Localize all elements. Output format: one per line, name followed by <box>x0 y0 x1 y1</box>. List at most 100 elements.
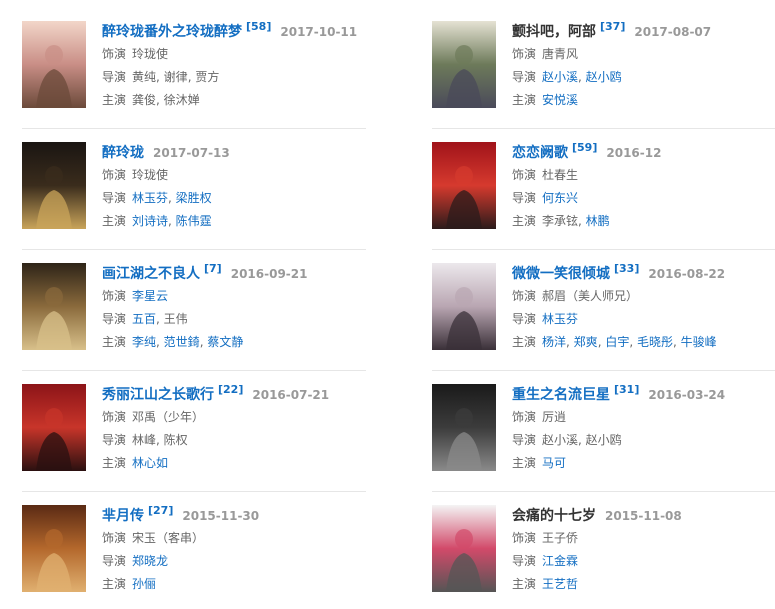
separator: , <box>168 214 176 228</box>
person-name: 谢律 <box>163 70 188 84</box>
work-title[interactable]: 恋恋阙歌 <box>512 145 568 161</box>
person-link[interactable]: 杨洋 <box>542 335 566 349</box>
poster-art <box>22 263 86 350</box>
work-card: 醉玲珑 2017-07-13 饰演 玲珑使 导演 林玉芬, 梁胜权 主演 刘诗诗, 陈伟霆 <box>22 142 367 242</box>
poster-art <box>22 505 86 592</box>
separator: , <box>168 191 176 205</box>
work-info: 颤抖吧，阿部 [37] 2017-08-07 饰演 唐青风 导演 赵小溪, 赵小鸥 主演 安悦溪 <box>512 20 775 112</box>
person-link[interactable]: 马可 <box>542 456 566 470</box>
starring-label: 主演 <box>102 214 127 228</box>
poster-image[interactable] <box>22 21 86 108</box>
role-line: 饰演 李星云 <box>102 285 372 308</box>
row-divider <box>22 491 366 492</box>
director-line: 导演 黄纯, 谢律, 贾方 <box>102 66 372 89</box>
poster-image[interactable] <box>432 263 496 350</box>
person-link[interactable]: 蔡文静 <box>207 335 243 349</box>
director-line: 导演 赵小溪, 赵小鸥 <box>512 66 775 89</box>
separator: , <box>629 335 637 349</box>
person-name: 宋玉（客串） <box>132 531 205 545</box>
starring-line: 主演 龚俊, 徐沐婵 <box>102 89 372 112</box>
person-link[interactable]: 王艺哲 <box>542 577 578 591</box>
poster-image[interactable] <box>432 384 496 471</box>
separator: , <box>156 312 164 326</box>
separator: , <box>578 214 586 228</box>
person-link[interactable]: 林玉芬 <box>542 312 578 326</box>
work-title[interactable]: 芈月传 <box>102 508 144 524</box>
person-name: 李承铉 <box>542 214 579 228</box>
person-name: 赵小溪 <box>542 433 579 447</box>
work-info: 重生之名流巨星 [31] 2016-03-24 饰演 厉逍 导演 赵小溪, 赵小鸥 主演 马可 <box>512 383 775 475</box>
poster-image[interactable] <box>432 21 496 108</box>
reference-link[interactable]: [59] <box>572 141 597 154</box>
director-line: 导演 赵小溪, 赵小鸥 <box>512 429 775 452</box>
reference-link[interactable]: [37] <box>600 20 625 33</box>
starring-label: 主演 <box>102 93 127 107</box>
person-link[interactable]: 毛晓彤 <box>637 335 673 349</box>
work-title[interactable]: 秀丽江山之长歌行 <box>102 387 214 403</box>
row-divider <box>432 128 775 129</box>
release-date: 2016-03-24 <box>648 388 726 402</box>
work-title[interactable]: 醉玲珑番外之玲珑醉梦 <box>102 24 242 40</box>
poster-image[interactable] <box>432 142 496 229</box>
reference-link[interactable]: [31] <box>614 383 639 396</box>
role-line: 饰演 厉逍 <box>512 406 775 429</box>
work-card: 微微一笑很倾城 [33] 2016-08-22 饰演 郝眉（美人师兄） 导演 林玉芬 主演 杨洋… <box>432 262 775 363</box>
person-link[interactable]: 赵小鸥 <box>586 70 622 84</box>
person-link[interactable]: 郑晓龙 <box>132 554 168 568</box>
director-label: 导演 <box>512 433 537 447</box>
role-line: 饰演 邓禹（少年） <box>102 406 372 429</box>
poster-image[interactable] <box>432 505 496 592</box>
director-label: 导演 <box>102 554 127 568</box>
release-date: 2017-08-07 <box>634 25 712 39</box>
person-link[interactable]: 何东兴 <box>542 191 578 205</box>
work-title[interactable]: 醉玲珑 <box>102 145 144 161</box>
work-card: 会痛的十七岁 2015-11-08 饰演 王子侨 导演 江金霖 主演 王艺哲 <box>432 505 775 605</box>
person-name: 龚俊 <box>132 93 157 107</box>
person-link[interactable]: 范世錡 <box>164 335 200 349</box>
person-name: 玲珑使 <box>132 47 169 61</box>
work-title[interactable]: 画江湖之不良人 <box>102 266 200 282</box>
title-row: 会痛的十七岁 2015-11-08 <box>512 505 775 527</box>
work-info: 微微一笑很倾城 [33] 2016-08-22 饰演 郝眉（美人师兄） 导演 林玉芬 主演 杨洋… <box>512 262 775 354</box>
person-link[interactable]: 李纯 <box>132 335 156 349</box>
person-name: 贾方 <box>195 70 220 84</box>
person-link[interactable]: 李星云 <box>132 289 168 303</box>
starring-label: 主演 <box>102 577 127 591</box>
work-title: 颤抖吧，阿部 <box>512 24 596 40</box>
release-date: 2016-09-21 <box>230 267 308 281</box>
row-divider <box>432 491 775 492</box>
person-link[interactable]: 林鹏 <box>586 214 610 228</box>
reference-link[interactable]: [22] <box>218 383 243 396</box>
reference-link[interactable]: [33] <box>614 262 639 275</box>
poster-image[interactable] <box>22 505 86 592</box>
role-label: 饰演 <box>512 531 537 545</box>
release-date: 2015-11-30 <box>182 509 260 523</box>
person-name: 王伟 <box>163 312 188 326</box>
poster-image[interactable] <box>22 384 86 471</box>
person-link[interactable]: 梁胜权 <box>176 191 212 205</box>
work-title[interactable]: 微微一笑很倾城 <box>512 266 610 282</box>
person-link[interactable]: 林心如 <box>132 456 168 470</box>
reference-link[interactable]: [27] <box>148 504 173 517</box>
poster-image[interactable] <box>22 263 86 350</box>
person-link[interactable]: 林玉芬 <box>132 191 168 205</box>
person-link[interactable]: 赵小溪 <box>542 70 578 84</box>
director-label: 导演 <box>102 70 127 84</box>
person-link[interactable]: 江金霖 <box>542 554 578 568</box>
work-title[interactable]: 重生之名流巨星 <box>512 387 610 403</box>
work-card: 秀丽江山之长歌行 [22] 2016-07-21 饰演 邓禹（少年） 导演 林峰, 陈权 主演… <box>22 383 367 484</box>
person-link[interactable]: 五百 <box>132 312 156 326</box>
release-date: 2017-07-13 <box>153 146 230 160</box>
person-link[interactable]: 刘诗诗 <box>132 214 168 228</box>
person-link[interactable]: 陈伟霆 <box>176 214 212 228</box>
person-link[interactable]: 白宇 <box>605 335 629 349</box>
reference-link[interactable]: [7] <box>204 262 222 275</box>
person-link[interactable]: 孙俪 <box>132 577 156 591</box>
release-date: 2016-07-21 <box>252 388 330 402</box>
person-link[interactable]: 郑爽 <box>574 335 598 349</box>
poster-image[interactable] <box>22 142 86 229</box>
person-link[interactable]: 牛骏峰 <box>681 335 717 349</box>
starring-label: 主演 <box>102 456 127 470</box>
reference-link[interactable]: [58] <box>246 20 271 33</box>
person-link[interactable]: 安悦溪 <box>542 93 578 107</box>
